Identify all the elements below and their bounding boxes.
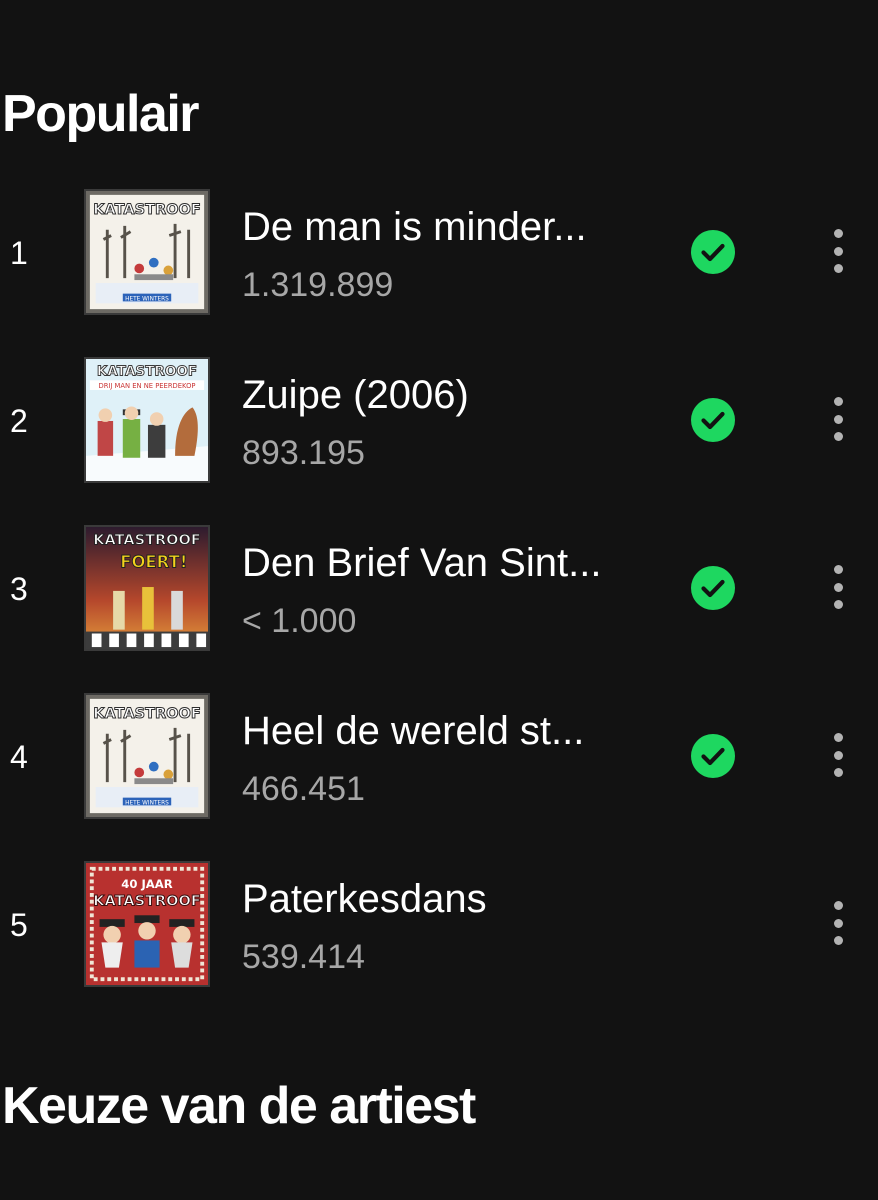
- more-vertical-icon[interactable]: [820, 729, 856, 781]
- track-rank: 3: [10, 571, 28, 607]
- cover-caption: HETE WINTERS: [125, 296, 169, 302]
- track-name[interactable]: Paterkesdans: [242, 875, 662, 923]
- cover-logo: KATASTROOF: [93, 894, 201, 910]
- cover-logo: KATASTROOF: [93, 706, 201, 722]
- track-play-count: 1.319.899: [242, 266, 394, 304]
- track-name[interactable]: Zuipe (2006): [242, 371, 662, 419]
- track-row[interactable]: 4 KATASTROOF HETE WINTERS Heel de wereld…: [0, 671, 878, 839]
- cover-caption: HETE WINTERS: [125, 800, 169, 806]
- track-play-count: 539.414: [242, 938, 365, 976]
- album-cover-40-jaar-katastroof: 40 JAAR KATASTROOF: [84, 861, 210, 987]
- cover-logo: KATASTROOF: [97, 363, 197, 379]
- cover-caption: 40 JAAR: [121, 877, 172, 891]
- cover-logo: KATASTROOF: [93, 532, 201, 548]
- check-circle-icon[interactable]: [690, 565, 736, 611]
- track-rank: 5: [10, 907, 28, 943]
- track-play-count: < 1.000: [242, 602, 357, 640]
- track-row[interactable]: 2 KATASTROOF DRIJ MAN EN NE PEERDEKOP Zu…: [0, 335, 878, 503]
- track-play-count: 893.195: [242, 434, 365, 472]
- check-circle-icon[interactable]: [690, 229, 736, 275]
- track-name[interactable]: De man is minder...: [242, 203, 662, 251]
- check-circle-icon[interactable]: [690, 733, 736, 779]
- track-name[interactable]: Heel de wereld st...: [242, 707, 662, 755]
- album-cover-foert: KATASTROOF FOERT!: [84, 525, 210, 651]
- check-circle-icon[interactable]: [690, 397, 736, 443]
- track-rank: 4: [10, 739, 28, 775]
- track-name[interactable]: Den Brief Van Sint...: [242, 539, 662, 587]
- section-title-popular: Populair: [2, 85, 200, 143]
- track-rank: 2: [10, 403, 28, 439]
- track-row[interactable]: 5 40 JAAR KATASTROOF Paterkesdans 539.41…: [0, 839, 878, 1007]
- more-vertical-icon[interactable]: [820, 225, 856, 277]
- track-row[interactable]: 3 KATASTROOF FOERT! Den Brief Van Sint..…: [0, 503, 878, 671]
- album-cover-hete-winters: KATASTROOF HETE WINTERS: [84, 189, 210, 315]
- track-rank: 1: [10, 235, 28, 271]
- cover-caption: FOERT!: [120, 553, 187, 572]
- track-row[interactable]: 1 KATASTROOF HETE WINTERS De man is mind…: [0, 167, 878, 335]
- cover-logo: KATASTROOF: [93, 202, 201, 218]
- album-cover-hete-winters: KATASTROOF HETE WINTERS: [84, 693, 210, 819]
- track-play-count: 466.451: [242, 770, 365, 808]
- more-vertical-icon[interactable]: [820, 897, 856, 949]
- cover-caption: DRIJ MAN EN NE PEERDEKOP: [99, 382, 196, 390]
- album-cover-drij-man-en-ne-peerdekop: KATASTROOF DRIJ MAN EN NE PEERDEKOP: [84, 357, 210, 483]
- section-title-artist-pick: Keuze van de artiest: [2, 1077, 476, 1135]
- more-vertical-icon[interactable]: [820, 393, 856, 445]
- popular-track-list: 1 KATASTROOF HETE WINTERS De man is mind…: [0, 167, 878, 1007]
- more-vertical-icon[interactable]: [820, 561, 856, 613]
